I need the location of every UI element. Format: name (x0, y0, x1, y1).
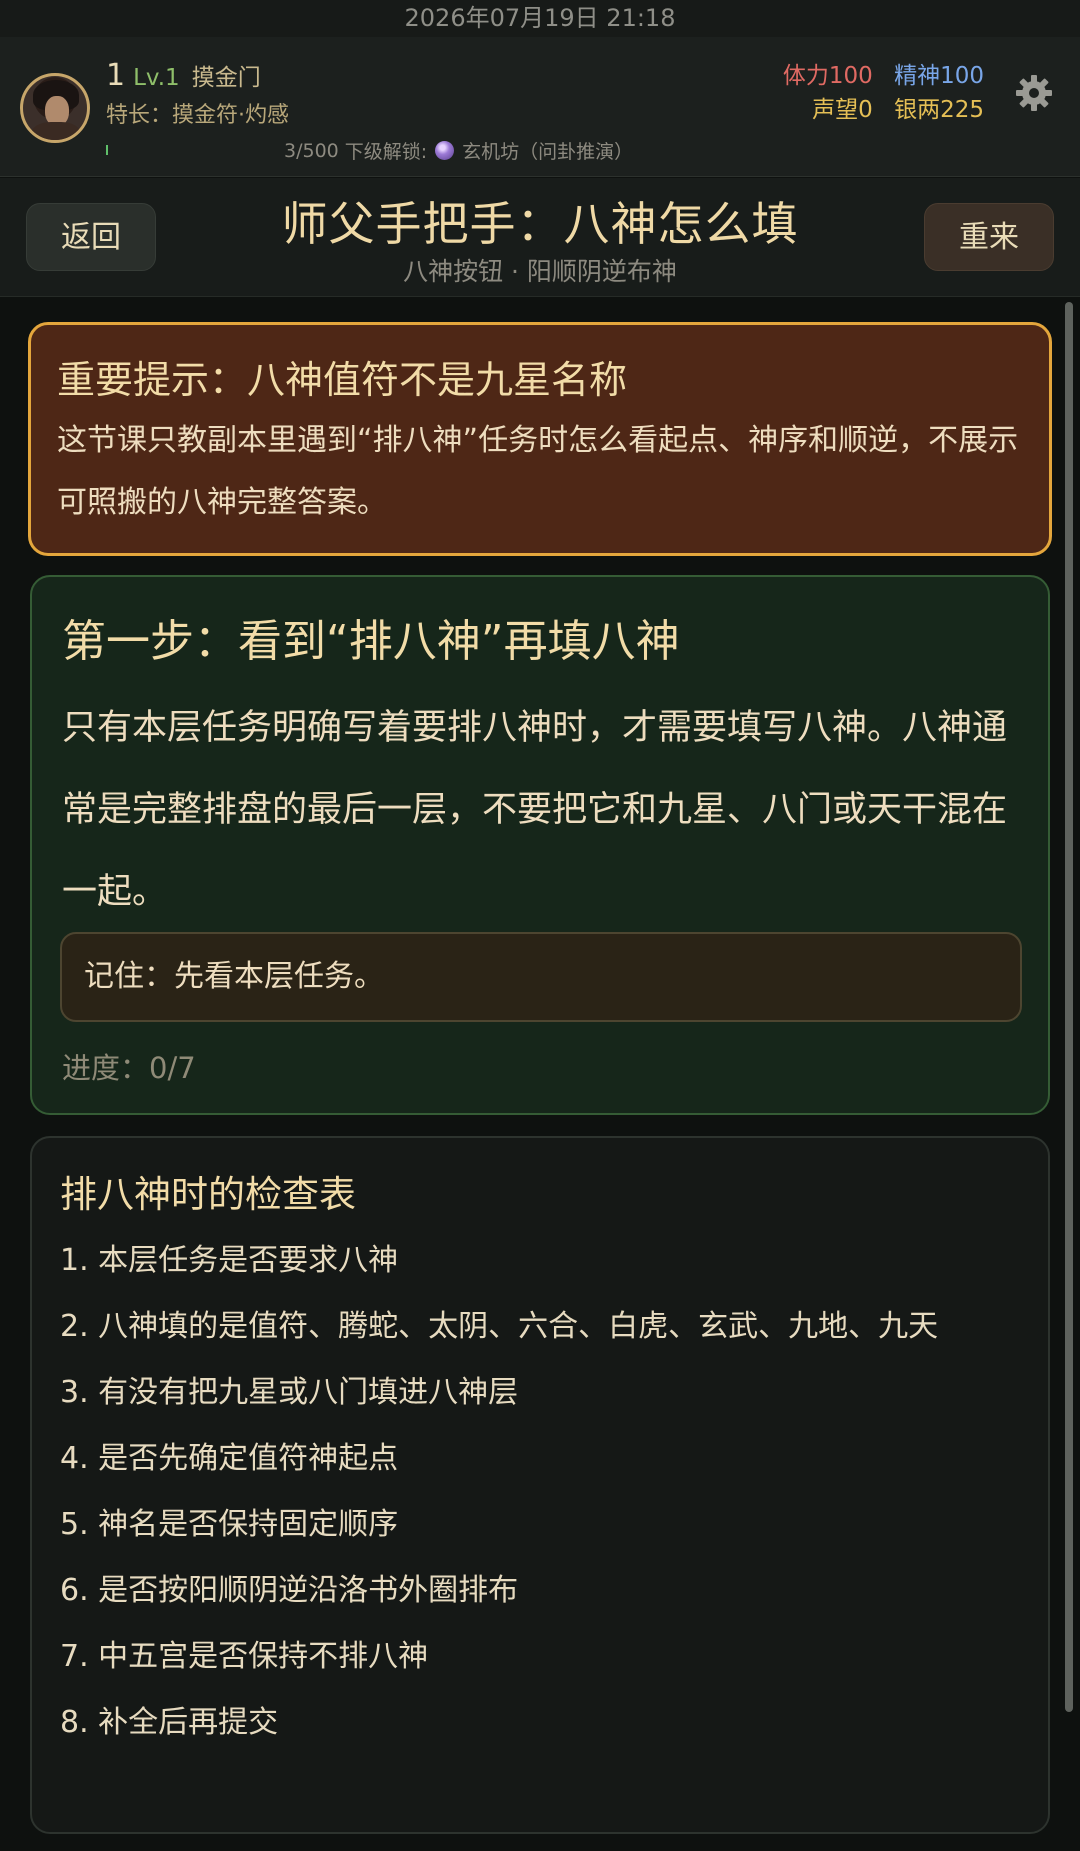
step-title: 第一步：看到“排八神”再填八神 (62, 616, 680, 667)
checklist-item: 5. 神名是否保持固定顺序 (60, 1507, 399, 1542)
reset-button[interactable]: 重来 (924, 203, 1054, 271)
player-top-bar: 1 Lv.1 摸金门 特长：摸金符·灼感 3/500 下级解锁: 玄机坊（问卦推… (0, 37, 1080, 177)
stat-reputation: 声望0 (812, 97, 873, 123)
stat-spirit: 精神100 (894, 63, 984, 89)
stats-row-1: 体力100 精神100 (769, 59, 984, 93)
settings-button[interactable] (1014, 73, 1054, 113)
player-level-number: 1 (106, 58, 126, 93)
page-title: 师父手把手：八神怎么填 (281, 197, 799, 251)
page-subtitle: 八神按钮 · 阳顺阴逆布神 (403, 257, 677, 286)
checklist: 1. 本层任务是否要求八神 2. 八神填的是值符、腾蛇、太阴、六合、白虎、玄武、… (60, 1228, 1020, 1756)
status-datetime: 2026年07月19日 21:18 (404, 4, 676, 32)
memo-box: 记住：先看本层任务。 (60, 932, 1022, 1022)
checklist-item: 2. 八神填的是值符、腾蛇、太阴、六合、白虎、玄武、九地、九天 (60, 1309, 939, 1344)
player-talent: 特长：摸金符·灼感 (106, 103, 289, 128)
avatar[interactable] (20, 73, 90, 143)
step-body: 只有本层任务明确写着要排八神时，才需要填写八神。八神通常是完整排盘的最后一层，不… (62, 708, 1008, 912)
stats-row-2: 声望0 银两225 (769, 93, 984, 127)
exp-progress-bar (106, 145, 276, 155)
warning-card: 重要提示：八神值符不是九星名称 这节课只教副本里遇到“排八神”任务时怎么看起点、… (28, 322, 1052, 556)
status-bar: 2026年07月19日 21:18 (0, 0, 1080, 37)
exp-value: 3/500 (284, 139, 339, 162)
checklist-card: 排八神时的检查表 1. 本层任务是否要求八神 2. 八神填的是值符、腾蛇、太阴、… (30, 1136, 1050, 1834)
checklist-item: 6. 是否按阳顺阴逆沿洛书外圈排布 (60, 1573, 519, 1608)
player-sect: 摸金门 (191, 65, 261, 91)
scrollbar[interactable] (1065, 302, 1073, 1712)
gear-icon (1016, 75, 1052, 111)
step-progress: 进度：0/7 (62, 1051, 196, 1085)
step-card: 第一步：看到“排八神”再填八神 只有本层任务明确写着要排八神时，才需要填写八神。… (30, 575, 1050, 1115)
checklist-item: 4. 是否先确定值符神起点 (60, 1441, 399, 1476)
checklist-item: 7. 中五宫是否保持不排八神 (60, 1639, 429, 1674)
player-level-label: Lv.1 (133, 65, 180, 91)
exp-progress-fill (106, 145, 108, 155)
stat-silver: 银两225 (894, 97, 984, 123)
warning-title: 重要提示：八神值符不是九星名称 (57, 358, 628, 402)
checklist-title: 排八神时的检查表 (60, 1173, 356, 1216)
player-stats: 体力100 精神100 声望0 银两225 (769, 59, 984, 127)
unlock-target: 玄机坊（问卦推演） (462, 141, 634, 163)
checklist-item: 8. 补全后再提交 (60, 1705, 279, 1740)
warning-body: 这节课只教副本里遇到“排八神”任务时怎么看起点、神序和顺逆，不展示可照搬的八神完… (57, 423, 1019, 520)
exp-progress-text: 3/500 下级解锁: 玄机坊（问卦推演） (284, 137, 633, 164)
page-header: 返回 师父手把手：八神怎么填 八神按钮 · 阳顺阴逆布神 重来 (0, 178, 1080, 297)
checklist-item: 3. 有没有把九星或八门填进八神层 (60, 1375, 519, 1410)
unlock-prefix: 下级解锁: (344, 141, 428, 163)
checklist-item: 1. 本层任务是否要求八神 (60, 1243, 399, 1278)
player-level-line: 1 Lv.1 摸金门 (106, 58, 261, 93)
stat-stamina: 体力100 (782, 63, 873, 89)
crystal-ball-icon (435, 141, 455, 160)
